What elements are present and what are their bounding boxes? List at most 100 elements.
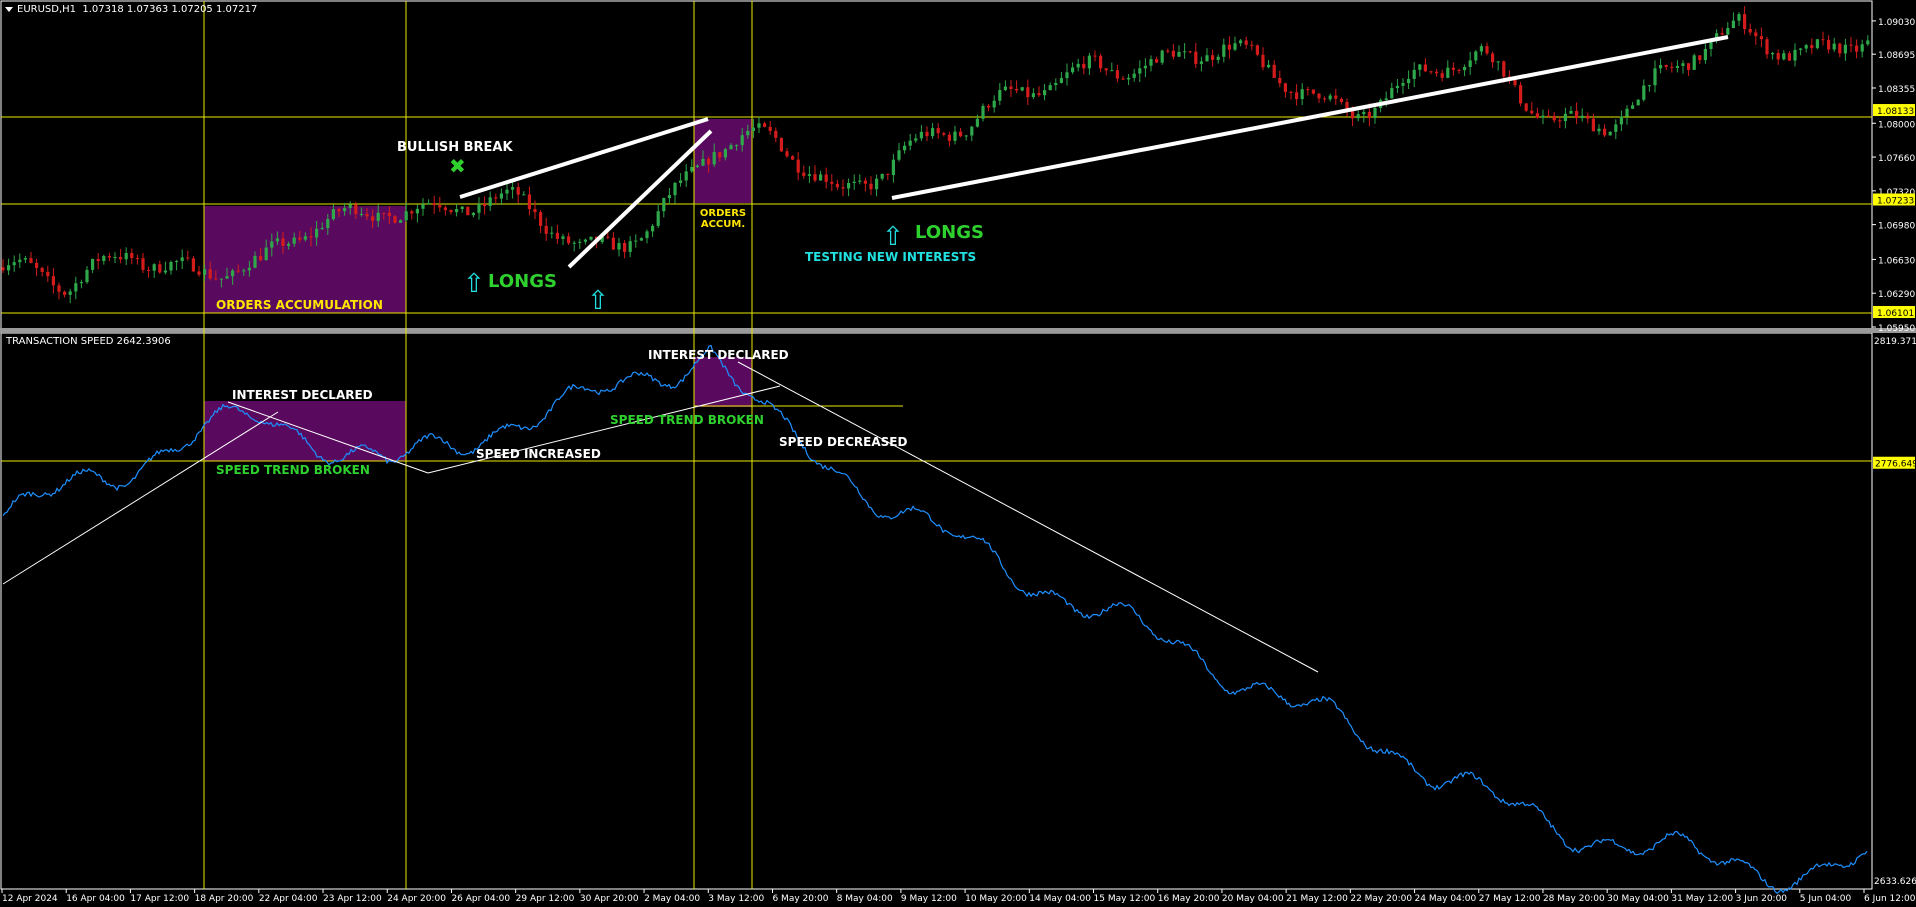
orders-accumulation-zone xyxy=(204,206,406,313)
candle-body xyxy=(819,174,823,181)
candle-body xyxy=(667,195,671,199)
candle-body xyxy=(1306,89,1310,91)
candle-body xyxy=(18,259,22,263)
trendline-price-1[interactable] xyxy=(459,117,709,199)
time-axis: 12 Apr 2024 16 Apr 04:00 17 Apr 12:00 18 Ap… xyxy=(1,889,1916,904)
candle-body xyxy=(79,282,83,284)
candle-body xyxy=(1160,50,1164,63)
candle-body xyxy=(320,228,324,230)
trendline-speed-4[interactable] xyxy=(737,361,1319,673)
candle-body xyxy=(1356,114,1360,119)
symbol-header[interactable]: EURUSD,H1 1.07318 1.07363 1.07205 1.0721… xyxy=(5,4,257,15)
candle-body xyxy=(365,214,369,217)
candle-body xyxy=(203,269,207,275)
candle-body xyxy=(701,158,705,166)
candle-body xyxy=(471,212,475,216)
candle-body xyxy=(130,253,134,259)
candle-body xyxy=(634,240,638,242)
candle-body xyxy=(611,237,615,250)
trendline-speed-1[interactable] xyxy=(2,411,279,585)
time-tick-label: 18 Apr 20:00 xyxy=(195,894,254,904)
candle-body xyxy=(152,264,156,271)
candle-body xyxy=(707,158,711,165)
candle-body xyxy=(1171,50,1175,57)
candle-body xyxy=(942,133,946,135)
candle-body xyxy=(1524,103,1528,111)
candle-body xyxy=(331,209,335,220)
chart-canvas: BULLISH BREAK ✖ ORDERS ACCUMULATION ORDE… xyxy=(0,0,1916,904)
candle-body xyxy=(410,211,414,214)
candle-body xyxy=(1076,63,1080,68)
orders-accum-label-line2: ACCUM. xyxy=(701,219,745,230)
candle-body xyxy=(527,194,531,210)
candle-body xyxy=(897,150,901,160)
candle-body xyxy=(124,253,128,260)
candle-body xyxy=(376,212,380,221)
time-tick-label: 22 May 20:00 xyxy=(1350,894,1412,904)
candle-body xyxy=(1087,55,1091,69)
candle-body xyxy=(298,237,302,240)
candle-body xyxy=(550,232,554,234)
candle-body xyxy=(1205,55,1209,62)
candle-body xyxy=(1502,61,1506,77)
candle-body xyxy=(1250,44,1254,46)
candle-body xyxy=(1591,118,1595,132)
candle-body xyxy=(1664,65,1668,67)
candle-body xyxy=(712,152,716,165)
price-tick-label: 1.08355 xyxy=(1878,85,1915,95)
candle-body xyxy=(841,187,845,189)
candle-body xyxy=(768,126,772,131)
indicator-header: TRANSACTION SPEED 2642.3906 xyxy=(6,336,171,347)
candle-body xyxy=(326,219,330,229)
trendline-price-2[interactable] xyxy=(567,129,713,269)
indicator-label: TRANSACTION SPEED 2642.3906 xyxy=(6,336,171,347)
candle-body xyxy=(1401,83,1405,86)
candle-body xyxy=(421,204,425,209)
candle-body xyxy=(1289,91,1293,93)
candle-body xyxy=(1311,89,1315,94)
candle-body xyxy=(690,167,694,172)
candle-body xyxy=(1468,60,1472,67)
candle-body xyxy=(931,128,935,137)
candle-body xyxy=(824,174,828,182)
candle-body xyxy=(1132,73,1136,78)
candle-body xyxy=(303,236,307,240)
candle-body xyxy=(1384,98,1388,100)
candle-body xyxy=(1743,14,1747,29)
candle-body xyxy=(830,181,834,184)
candle-body xyxy=(1547,115,1551,117)
candle-body xyxy=(757,123,761,128)
candle-body xyxy=(1642,85,1646,100)
candle-body xyxy=(1799,48,1803,50)
candle-body xyxy=(1272,64,1276,78)
candle-body xyxy=(891,159,895,175)
candle-body xyxy=(1496,61,1500,63)
candle-body xyxy=(399,220,403,223)
candle-body xyxy=(1121,78,1125,80)
candle-body xyxy=(1227,44,1231,50)
candle-body xyxy=(1009,86,1013,89)
candle-body xyxy=(96,258,100,262)
bullish-break-x-icon: ✖ xyxy=(449,154,466,178)
candle-body xyxy=(287,243,291,246)
time-tick-label: 17 Apr 12:00 xyxy=(130,894,189,904)
candle-body xyxy=(718,152,722,158)
candle-body xyxy=(488,197,492,207)
candle-body xyxy=(186,257,190,259)
time-tick-label: 30 May 04:00 xyxy=(1607,894,1669,904)
pane-separator[interactable] xyxy=(0,328,1916,333)
candle-body xyxy=(1698,55,1702,61)
candle-body xyxy=(40,267,44,272)
up-arrow-icon: ⇧ xyxy=(882,222,904,252)
candle-body xyxy=(259,255,263,261)
dropdown-triangle-icon[interactable] xyxy=(5,6,13,12)
candle-body xyxy=(119,257,123,260)
candle-body xyxy=(141,258,145,270)
candle-body xyxy=(1731,20,1735,29)
candle-body xyxy=(1373,108,1377,119)
time-tick-label: 27 May 12:00 xyxy=(1479,894,1541,904)
candle-body xyxy=(208,269,212,279)
candle-body xyxy=(539,212,543,226)
candle-body xyxy=(533,209,537,213)
candle-body xyxy=(522,194,526,196)
